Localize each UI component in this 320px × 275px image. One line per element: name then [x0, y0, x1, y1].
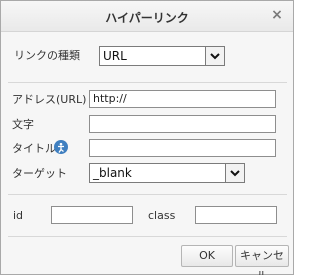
class-label: class — [148, 209, 176, 222]
class-input[interactable] — [195, 206, 277, 224]
address-label: アドレス(URL) — [12, 93, 87, 106]
divider — [8, 236, 287, 237]
link-type-value: URL — [103, 49, 127, 63]
cancel-button[interactable]: キャンセル — [235, 245, 289, 275]
link-type-select[interactable]: URL — [99, 46, 225, 66]
text-input[interactable] — [89, 115, 276, 133]
chevron-down-icon — [205, 47, 224, 65]
close-icon[interactable]: × — [270, 8, 284, 22]
id-input[interactable] — [51, 206, 133, 224]
accessibility-icon[interactable] — [54, 140, 68, 154]
text-label: 文字 — [12, 118, 34, 131]
divider — [8, 194, 287, 195]
title-label: タイトル — [12, 142, 56, 155]
ok-button[interactable]: OK — [181, 245, 233, 267]
target-select[interactable]: _blank — [89, 163, 245, 183]
dialog-titlebar[interactable]: ハイパーリンク × — [1, 1, 293, 32]
hyperlink-dialog: ハイパーリンク × リンクの種類 URL アドレス(URL) http:// 文… — [0, 0, 294, 275]
dialog-title: ハイパーリンク — [105, 11, 189, 25]
id-label: id — [13, 209, 24, 222]
target-label: ターゲット — [12, 167, 67, 180]
title-input[interactable] — [89, 139, 276, 157]
chevron-down-icon — [225, 164, 244, 182]
address-input[interactable]: http:// — [89, 90, 276, 108]
target-value: _blank — [93, 166, 132, 180]
link-type-label: リンクの種類 — [14, 49, 80, 62]
divider — [8, 82, 287, 83]
